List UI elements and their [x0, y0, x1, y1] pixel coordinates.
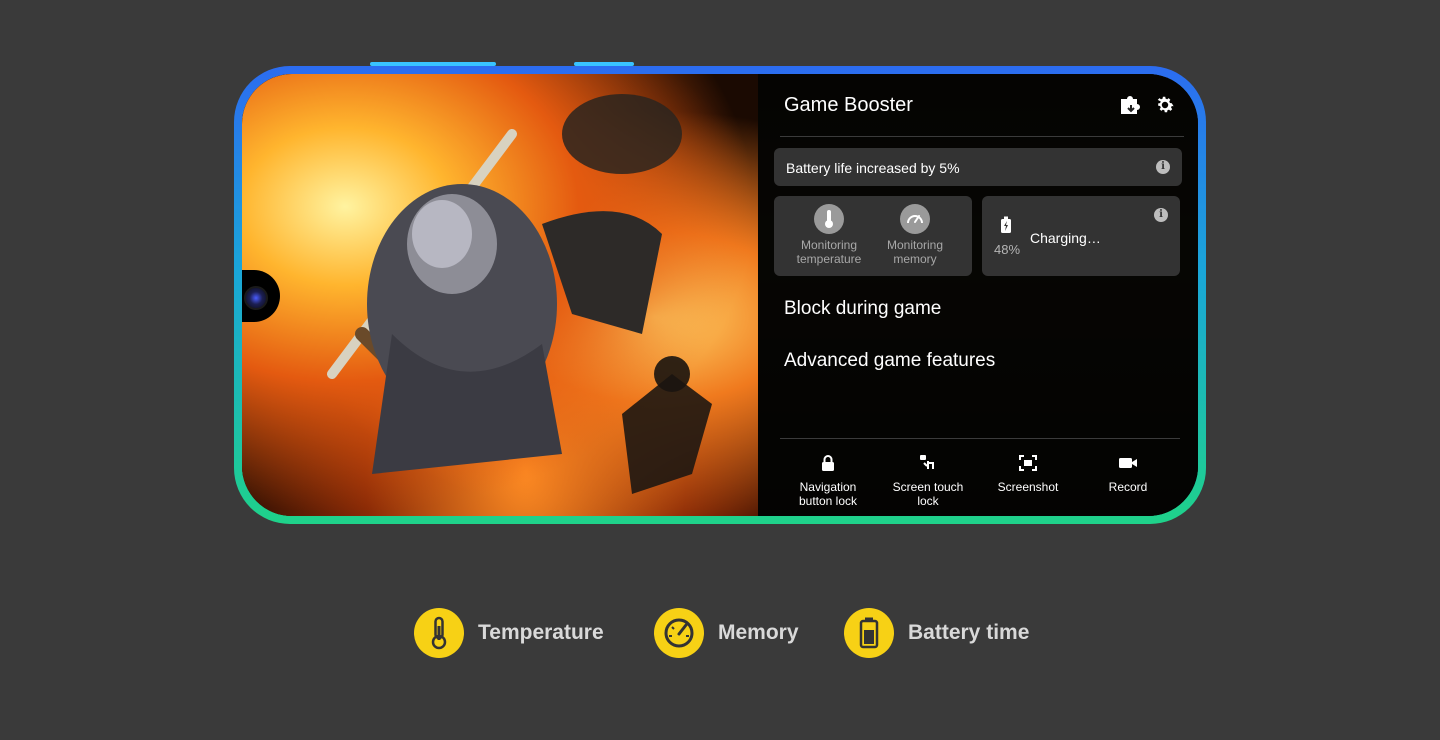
legend-item-temperature: Temperature — [414, 608, 604, 658]
feature-label: Screen touch — [892, 480, 964, 494]
navigation-button-lock-button[interactable]: Navigation button lock — [778, 454, 878, 508]
add-apps-icon[interactable] — [1118, 94, 1140, 116]
legend-label: Battery time — [908, 621, 1030, 644]
phone-frame: Game Booster Battery life increased by 5… — [234, 66, 1206, 524]
front-camera — [244, 286, 268, 310]
advanced-game-features-menu[interactable]: Advanced game features — [784, 350, 995, 372]
panel-title: Game Booster — [784, 94, 913, 116]
screenshot-icon — [978, 454, 1078, 472]
legend-label: Temperature — [478, 621, 604, 644]
feature-label: lock — [917, 494, 939, 508]
screenshot-button[interactable]: Screenshot — [978, 454, 1078, 494]
charging-card: i 48% Charging… — [982, 196, 1180, 276]
legend-item-memory: Memory — [654, 608, 799, 658]
block-during-game-menu[interactable]: Block during game — [784, 298, 941, 320]
phone-screen: Game Booster Battery life increased by 5… — [242, 74, 1198, 516]
record-icon — [1078, 454, 1178, 472]
monitoring-temperature-label: temperature — [796, 252, 862, 266]
record-button[interactable]: Record — [1078, 454, 1178, 494]
touch-lock-icon — [878, 454, 978, 472]
thermometer-icon — [814, 204, 844, 234]
monitoring-label: Monitoring — [800, 238, 858, 252]
knight-illustration — [327, 94, 712, 494]
divider — [780, 136, 1184, 137]
speedometer-icon — [900, 204, 930, 234]
battery-boost-text: Battery life increased by 5% — [786, 160, 960, 176]
monitoring-card: Monitoring temperature Monitoring memory — [774, 196, 972, 276]
info-icon[interactable]: i — [1156, 160, 1170, 174]
game-booster-panel: Game Booster Battery life increased by 5… — [758, 74, 1198, 516]
battery-percent: 48% — [994, 242, 1021, 257]
speedometer-icon — [654, 608, 704, 658]
battery-icon — [844, 608, 894, 658]
thermometer-icon — [414, 608, 464, 658]
monitoring-label: Monitoring — [886, 238, 944, 252]
screen-touch-lock-button[interactable]: Screen touch lock — [878, 454, 978, 508]
charging-status: Charging… — [1030, 230, 1101, 246]
settings-gear-icon[interactable] — [1154, 94, 1176, 116]
battery-boost-card[interactable]: Battery life increased by 5% i — [774, 148, 1182, 186]
legend-item-battery-time: Battery time — [844, 608, 1029, 658]
monitoring-temperature-button[interactable]: Monitoring temperature — [784, 204, 874, 266]
battery-charging-icon — [1000, 216, 1012, 239]
legend-label: Memory — [718, 621, 799, 644]
feature-label: button lock — [798, 494, 858, 508]
feature-label: Record — [1108, 480, 1148, 494]
divider — [780, 438, 1180, 439]
info-icon[interactable]: i — [1154, 208, 1168, 222]
monitoring-memory-label: memory — [893, 252, 937, 266]
monitoring-memory-button[interactable]: Monitoring memory — [870, 204, 960, 266]
lock-icon — [778, 454, 878, 472]
feature-label: Navigation — [799, 480, 857, 494]
feature-label: Screenshot — [997, 480, 1059, 494]
feature-legend: Temperature Memory Battery time — [0, 608, 1440, 658]
